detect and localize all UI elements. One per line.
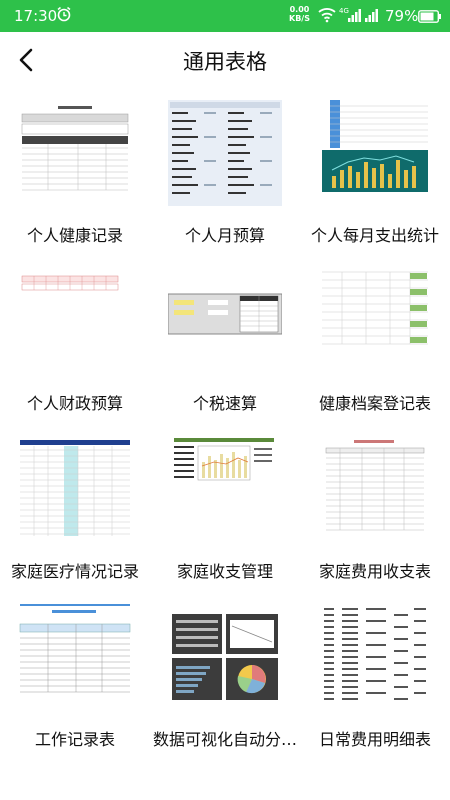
alarm-icon <box>56 6 72 26</box>
template-label: 家庭医疗情况记录 <box>10 562 139 581</box>
battery-percent: 79% <box>385 7 419 25</box>
spreadsheet-thumbnail <box>168 436 282 542</box>
template-label: 家庭收支管理 <box>176 562 273 581</box>
spreadsheet-thumbnail <box>168 100 282 206</box>
wifi-icon <box>318 7 336 27</box>
spreadsheet-thumbnail <box>18 436 132 542</box>
status-bar: 17:30 0.00 KB/S 4G 79% <box>0 0 450 32</box>
template-card-family-medical-record[interactable]: 家庭医疗情况记录 <box>0 426 150 594</box>
template-card-data-visualization[interactable]: 数据可视化自动分… <box>150 594 300 762</box>
page-title: 通用表格 <box>183 50 267 74</box>
template-label: 家庭费用收支表 <box>318 562 431 581</box>
spreadsheet-thumbnail <box>318 436 432 542</box>
template-label: 健康档案登记表 <box>318 394 431 413</box>
spreadsheet-thumbnail <box>318 604 432 710</box>
template-card-daily-expense-detail[interactable]: 日常费用明细表 <box>300 594 450 762</box>
template-label: 个人财政预算 <box>26 394 123 413</box>
spreadsheet-thumbnail <box>18 268 132 374</box>
template-card-household-expense-income[interactable]: 家庭费用收支表 <box>300 426 450 594</box>
spreadsheet-thumbnail <box>18 100 132 206</box>
template-card-personal-health[interactable]: 个人健康记录 <box>0 90 150 258</box>
svg-text:4G: 4G <box>339 7 349 15</box>
spreadsheet-thumbnail <box>318 268 432 374</box>
template-label: 个人月预算 <box>184 226 265 245</box>
template-card-household-finance[interactable]: 家庭收支管理 <box>150 426 300 594</box>
spreadsheet-thumbnail <box>18 604 132 710</box>
cellular-signal-icon <box>364 7 382 27</box>
template-label: 个税速算 <box>192 394 257 413</box>
template-label: 工作记录表 <box>34 730 115 749</box>
template-card-personal-finance-budget[interactable]: 个人财政预算 <box>0 258 150 426</box>
network-speed: 0.00 KB/S <box>289 5 310 23</box>
cellular-signal-4g-icon: 4G <box>339 7 361 27</box>
template-label: 个人健康记录 <box>26 226 123 245</box>
spreadsheet-thumbnail <box>168 604 282 710</box>
template-label: 日常费用明细表 <box>318 730 431 749</box>
battery-icon <box>418 9 442 27</box>
network-speed-unit: KB/S <box>289 14 310 23</box>
template-card-tax-calculator[interactable]: 个税速算 <box>150 258 300 426</box>
spreadsheet-thumbnail <box>168 293 282 335</box>
network-speed-value: 0.00 <box>289 5 310 14</box>
template-card-work-log[interactable]: 工作记录表 <box>0 594 150 762</box>
template-card-monthly-expense-stats[interactable]: 个人每月支出统计 <box>300 90 450 258</box>
app-header: 通用表格 <box>0 32 450 88</box>
spreadsheet-thumbnail <box>318 100 432 206</box>
template-label: 个人每月支出统计 <box>310 226 439 245</box>
template-card-monthly-budget[interactable]: 个人月预算 <box>150 90 300 258</box>
status-time: 17:30 <box>14 7 58 25</box>
template-card-health-record-registration[interactable]: 健康档案登记表 <box>300 258 450 426</box>
template-label: 数据可视化自动分… <box>152 730 297 749</box>
